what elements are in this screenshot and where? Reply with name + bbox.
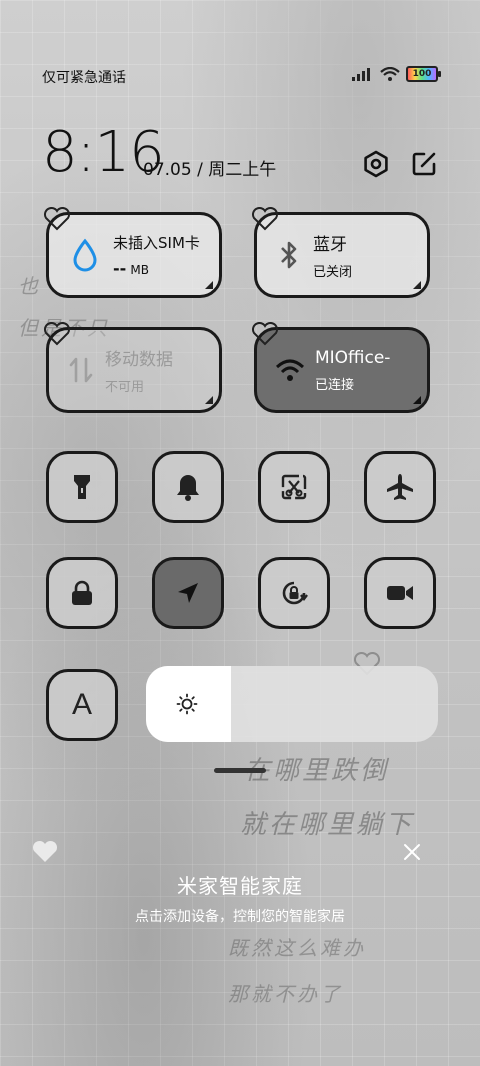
wallpaper-text-3: 既然这么难办 bbox=[228, 936, 366, 960]
tile-corner-indicator bbox=[413, 281, 421, 289]
location-icon bbox=[178, 583, 198, 603]
bell-icon bbox=[177, 475, 199, 501]
mijia-title[interactable]: 米家智能家庭 bbox=[0, 870, 480, 899]
location-toggle[interactable] bbox=[152, 557, 224, 629]
bluetooth-tile[interactable]: 蓝牙 已关闭 bbox=[251, 207, 430, 298]
font-letter-icon: A bbox=[71, 688, 92, 721]
carrier-status: 仅可紧急通话 bbox=[42, 70, 126, 86]
heart-badge-icon bbox=[251, 322, 279, 346]
bluetooth-icon bbox=[281, 241, 297, 269]
signal-icon bbox=[352, 68, 370, 81]
video-camera-icon bbox=[387, 586, 413, 600]
data-arrows-icon bbox=[69, 357, 93, 383]
wifi-status: 已连接 bbox=[315, 377, 355, 393]
tile-corner-indicator bbox=[205, 396, 213, 404]
settings-icon[interactable] bbox=[362, 150, 390, 178]
bluetooth-status: 已关闭 bbox=[313, 265, 353, 280]
battery-icon: 100 bbox=[406, 66, 441, 82]
bluetooth-label: 蓝牙 bbox=[313, 235, 347, 255]
tile-corner-indicator bbox=[413, 396, 421, 404]
sim-status-label: 未插入SIM卡 bbox=[113, 234, 200, 252]
mobile-data-label: 移动数据 bbox=[105, 350, 173, 370]
heart-badge-icon bbox=[251, 207, 279, 231]
wifi-network-name: MIOffice- bbox=[315, 347, 391, 368]
airplane-mode-toggle[interactable] bbox=[364, 451, 436, 523]
screen-record-toggle[interactable] bbox=[364, 557, 436, 629]
status-icons: 100 bbox=[352, 66, 441, 82]
flashlight-toggle[interactable] bbox=[46, 451, 118, 523]
edit-icon[interactable] bbox=[410, 150, 438, 178]
wallpaper-text-4: 那就不办了 bbox=[228, 982, 343, 1006]
lock-screen-toggle[interactable] bbox=[46, 557, 118, 629]
close-icon[interactable] bbox=[400, 840, 424, 864]
wifi-icon bbox=[380, 67, 400, 81]
sun-icon bbox=[176, 693, 198, 715]
wifi-tile[interactable]: MIOffice- 已连接 bbox=[251, 322, 430, 413]
drag-handle[interactable] bbox=[214, 768, 266, 773]
tile-corner-indicator bbox=[205, 281, 213, 289]
data-usage-value: -- bbox=[113, 259, 127, 278]
airplane-icon bbox=[387, 474, 413, 500]
mobile-data-status: 不可用 bbox=[105, 380, 145, 395]
ringer-toggle[interactable] bbox=[152, 451, 224, 523]
wallpaper-text-2: 就在哪里躺下 bbox=[240, 810, 415, 840]
data-usage-unit: MB bbox=[130, 263, 150, 277]
mijia-subtitle[interactable]: 点击添加设备，控制您的智能家居 bbox=[0, 906, 480, 926]
water-drop-icon bbox=[73, 238, 97, 272]
font-size-toggle[interactable]: A bbox=[46, 669, 118, 741]
lock-icon bbox=[72, 580, 92, 605]
brightness-slider[interactable] bbox=[146, 666, 438, 742]
flashlight-icon bbox=[74, 475, 90, 499]
screenshot-toggle[interactable] bbox=[258, 451, 330, 523]
date-text: 07.05 / 周二上午 bbox=[143, 160, 277, 180]
mobile-data-tile[interactable]: 移动数据 不可用 bbox=[43, 322, 222, 413]
rotation-lock-icon bbox=[282, 581, 308, 605]
wifi-icon bbox=[275, 359, 305, 381]
heart-badge-icon bbox=[43, 207, 71, 231]
heart-badge-icon bbox=[43, 322, 71, 346]
mobile-data-usage-tile[interactable]: 未插入SIM卡 -- MB bbox=[43, 207, 222, 298]
wallpaper-heart-icon bbox=[32, 840, 58, 862]
screenshot-icon bbox=[281, 474, 307, 500]
wallpaper-text-5: 也 bbox=[18, 274, 41, 298]
auto-rotate-toggle[interactable] bbox=[258, 557, 330, 629]
